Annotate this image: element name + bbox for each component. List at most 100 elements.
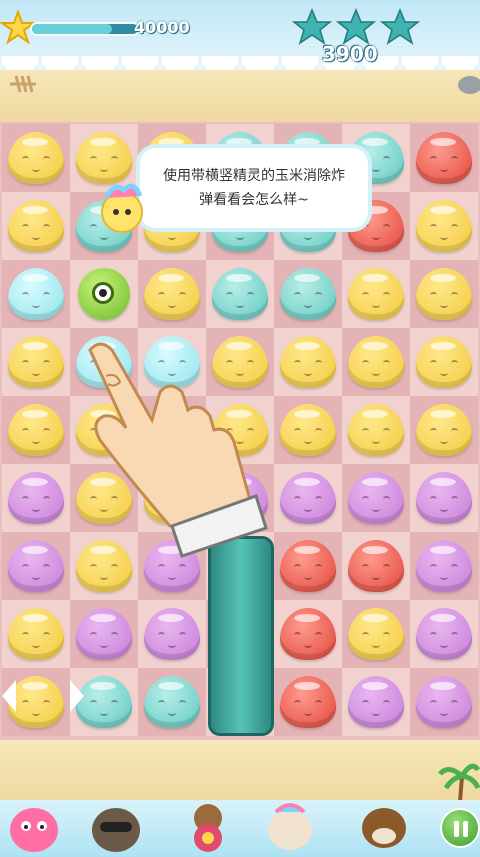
yellow-jelly-icon[interactable] <box>348 404 404 456</box>
yellow-jelly-icon[interactable] <box>8 676 64 728</box>
yellow-jelly-icon[interactable] <box>348 336 404 388</box>
board-cell[interactable] <box>342 668 410 736</box>
purple-jelly-icon[interactable] <box>416 608 472 660</box>
board-cell[interactable] <box>342 396 410 464</box>
board-cell[interactable] <box>410 532 478 600</box>
teal-jelly-icon[interactable] <box>280 268 336 320</box>
board-cell[interactable] <box>410 668 478 736</box>
board-cell[interactable] <box>342 260 410 328</box>
jelly-mouth <box>32 302 40 308</box>
red-jelly-icon[interactable] <box>280 676 336 728</box>
jelly-eyes <box>22 292 50 302</box>
board-cell[interactable] <box>138 260 206 328</box>
arrow-left-icon <box>2 680 16 712</box>
pause-button[interactable] <box>440 808 480 848</box>
jelly-eyes <box>294 632 322 642</box>
jelly-mouth <box>440 166 448 172</box>
yellow-jelly-icon[interactable] <box>8 200 64 252</box>
jelly-eyes <box>430 224 458 234</box>
beach-bottom <box>0 740 480 800</box>
board-cell[interactable] <box>410 464 478 532</box>
board-cell[interactable] <box>410 124 478 192</box>
purple-jelly-icon[interactable] <box>144 608 200 660</box>
jelly-eyes <box>430 632 458 642</box>
yellow-jelly-icon[interactable] <box>76 132 132 184</box>
cyan-jelly-icon[interactable] <box>8 268 64 320</box>
board-cell[interactable] <box>138 600 206 668</box>
jelly-eyes <box>158 292 186 302</box>
board-cell[interactable] <box>2 192 70 260</box>
score-progress-bar <box>30 22 140 36</box>
yellow-jelly-icon[interactable] <box>8 132 64 184</box>
yellow-jelly-icon[interactable] <box>416 336 472 388</box>
board-cell[interactable] <box>342 600 410 668</box>
jelly-eyes <box>22 360 50 370</box>
board-cell[interactable] <box>410 396 478 464</box>
jelly-eyes <box>362 360 390 370</box>
yellow-jelly-icon[interactable] <box>348 268 404 320</box>
star-icon <box>292 8 333 45</box>
jelly-eyes <box>294 292 322 302</box>
red-jelly-icon[interactable] <box>280 608 336 660</box>
corn-bomb-icon[interactable] <box>78 268 130 320</box>
red-jelly-icon[interactable] <box>416 132 472 184</box>
pink-pet-icon[interactable] <box>6 796 62 854</box>
board-cell[interactable] <box>410 328 478 396</box>
board-cell[interactable] <box>2 600 70 668</box>
jelly-mouth <box>304 642 312 648</box>
jelly-mouth <box>100 642 108 648</box>
current-score: 3900 <box>322 42 378 66</box>
board-cell[interactable] <box>342 532 410 600</box>
flower-pet-icon[interactable] <box>180 796 236 854</box>
jelly-eyes <box>430 360 458 370</box>
teal-jelly-icon[interactable] <box>144 676 200 728</box>
purple-jelly-icon[interactable] <box>416 676 472 728</box>
board-cell[interactable] <box>206 260 274 328</box>
purple-jelly-icon[interactable] <box>348 472 404 524</box>
yellow-jelly-icon[interactable] <box>8 404 64 456</box>
purple-jelly-icon[interactable] <box>8 540 64 592</box>
vertical-clear-highlight <box>208 536 274 736</box>
purple-jelly-icon[interactable] <box>416 472 472 524</box>
jelly-eyes <box>22 564 50 574</box>
purple-jelly-icon[interactable] <box>348 676 404 728</box>
jelly-mouth <box>372 642 380 648</box>
board-cell[interactable] <box>2 124 70 192</box>
jelly-mouth <box>440 574 448 580</box>
yellow-jelly-icon[interactable] <box>348 608 404 660</box>
jelly-eyes <box>362 428 390 438</box>
board-cell[interactable] <box>410 192 478 260</box>
board-cell[interactable] <box>410 600 478 668</box>
llama-pet-icon[interactable] <box>262 796 318 854</box>
board-cell[interactable] <box>274 668 342 736</box>
tutorial-text-line-1: 使用带横竖精灵的玉米消除炸 <box>163 168 345 184</box>
yellow-jelly-icon[interactable] <box>144 268 200 320</box>
yellow-jelly-icon[interactable] <box>416 404 472 456</box>
purple-jelly-icon[interactable] <box>416 540 472 592</box>
board-cell[interactable] <box>70 600 138 668</box>
dog-pet-icon[interactable] <box>356 796 412 854</box>
yellow-jelly-icon[interactable] <box>8 608 64 660</box>
jelly-mouth <box>372 370 380 376</box>
board-cell[interactable] <box>138 668 206 736</box>
purple-jelly-icon[interactable] <box>76 608 132 660</box>
jelly-eyes <box>158 632 186 642</box>
jelly-eyes <box>22 428 50 438</box>
board-cell[interactable] <box>342 328 410 396</box>
board-cell[interactable] <box>2 260 70 328</box>
board-cell[interactable] <box>410 260 478 328</box>
board-cell[interactable] <box>274 600 342 668</box>
board-cell[interactable] <box>70 260 138 328</box>
jelly-mouth <box>372 710 380 716</box>
yellow-jelly-icon[interactable] <box>416 268 472 320</box>
board-cell[interactable] <box>274 260 342 328</box>
yellow-jelly-icon[interactable] <box>8 336 64 388</box>
yellow-jelly-icon[interactable] <box>416 200 472 252</box>
red-jelly-icon[interactable] <box>348 540 404 592</box>
star-icon <box>379 8 420 45</box>
board-cell[interactable] <box>342 464 410 532</box>
teal-jelly-icon[interactable] <box>212 268 268 320</box>
teal-jelly-icon[interactable] <box>76 676 132 728</box>
purple-jelly-icon[interactable] <box>8 472 64 524</box>
boar-pet-icon[interactable] <box>88 796 144 854</box>
